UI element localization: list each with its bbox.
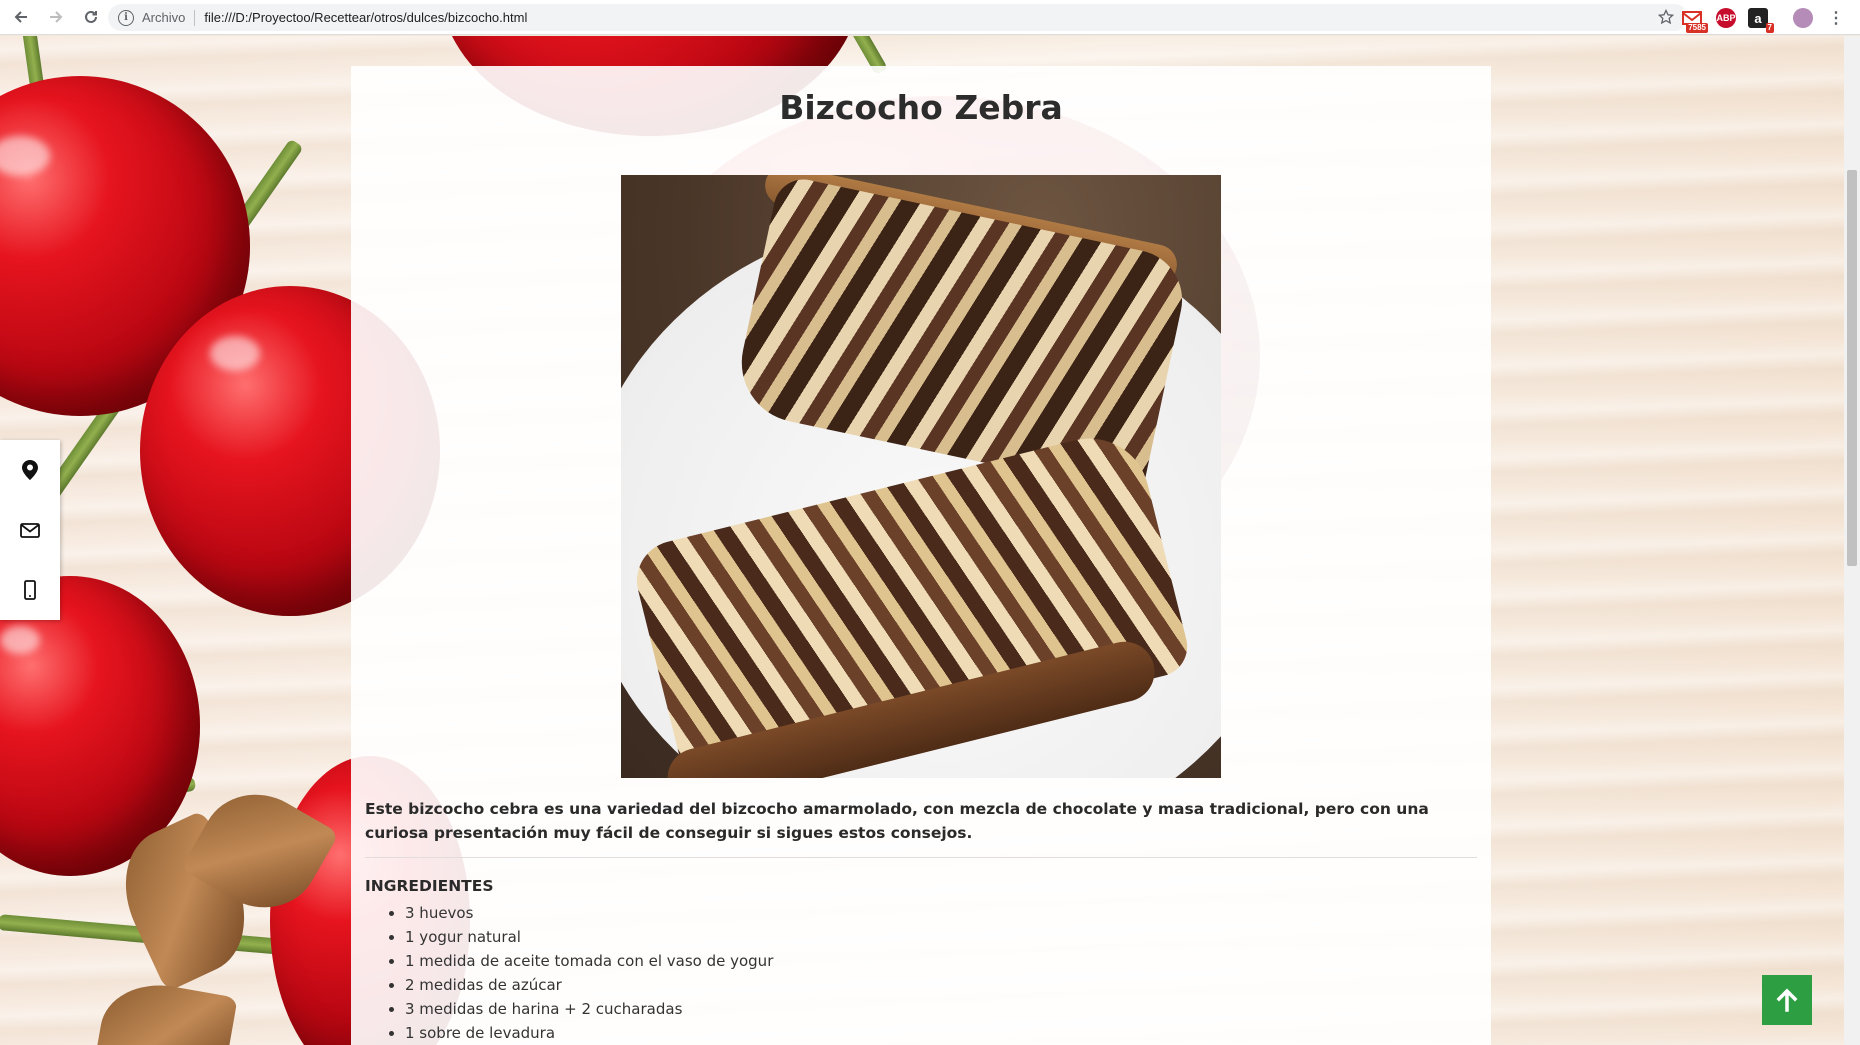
forward-button[interactable] bbox=[42, 3, 70, 31]
mail-icon bbox=[20, 522, 40, 538]
ingredient-item: 3 huevos bbox=[405, 901, 773, 925]
dry-leaf bbox=[92, 975, 238, 1045]
arrow-left-icon bbox=[14, 11, 27, 23]
url-text[interactable]: file:///D:/Proyectoo/Recettear/otros/dul… bbox=[204, 10, 527, 25]
ingredient-item: 2 medidas de azúcar bbox=[405, 973, 773, 997]
ingredient-item: 1 sobre de levadura bbox=[405, 1021, 773, 1045]
ingredient-item: 1 medida de aceite tomada con el vaso de… bbox=[405, 949, 773, 973]
amazon-badge: 7 bbox=[1765, 23, 1774, 33]
reload-icon bbox=[85, 10, 97, 23]
adblock-icon: ABP bbox=[1716, 13, 1736, 23]
contact-sidebar bbox=[0, 440, 60, 620]
ingredients-list: 3 huevos 1 yogur natural 1 medida de ace… bbox=[405, 901, 773, 1045]
adblock-extension[interactable]: ABP bbox=[1716, 8, 1736, 28]
recipe-card: Bizcocho Zebra Este bizcocho cebra es un… bbox=[351, 66, 1491, 1045]
mail-button[interactable] bbox=[0, 500, 60, 560]
profile-avatar[interactable] bbox=[1793, 8, 1813, 28]
back-button[interactable] bbox=[7, 3, 35, 31]
divider bbox=[365, 857, 1477, 858]
reload-button[interactable] bbox=[77, 3, 105, 31]
recipe-image bbox=[621, 175, 1221, 778]
scrollbar-thumb[interactable] bbox=[1847, 170, 1857, 566]
arrow-up-icon bbox=[1776, 988, 1798, 1012]
bookmark-star-icon[interactable] bbox=[1658, 9, 1674, 25]
browser-toolbar: i Archivo file:///D:/Proyectoo/Recettear… bbox=[0, 0, 1860, 35]
page-scrollbar[interactable] bbox=[1844, 36, 1860, 1045]
location-button[interactable] bbox=[0, 440, 60, 500]
location-icon bbox=[22, 460, 38, 480]
arrow-right-icon bbox=[50, 11, 63, 23]
amazon-extension[interactable]: a 7 bbox=[1748, 8, 1774, 33]
scheme-label: Archivo bbox=[142, 10, 186, 25]
info-icon[interactable]: i bbox=[118, 9, 134, 26]
gmail-badge: 7585 bbox=[1686, 23, 1708, 33]
ingredients-heading: INGREDIENTES bbox=[365, 877, 494, 895]
mobile-icon bbox=[24, 580, 36, 600]
address-separator bbox=[194, 9, 196, 26]
recipe-title: Bizcocho Zebra bbox=[779, 88, 1063, 127]
menu-dots-icon[interactable]: ⋮ bbox=[1826, 8, 1846, 28]
recipe-description: Este bizcocho cebra es una variedad del … bbox=[365, 800, 1429, 842]
ingredient-item: 3 medidas de harina + 2 cucharadas bbox=[405, 997, 773, 1021]
phone-button[interactable] bbox=[0, 560, 60, 620]
ingredient-item: 1 yogur natural bbox=[405, 925, 773, 949]
back-to-top-button[interactable] bbox=[1762, 975, 1812, 1025]
amazon-icon: a bbox=[1754, 10, 1762, 26]
address-bar[interactable]: i Archivo file:///D:/Proyectoo/Recettear… bbox=[108, 4, 1688, 31]
gmail-extension[interactable]: 7585 bbox=[1682, 8, 1708, 33]
